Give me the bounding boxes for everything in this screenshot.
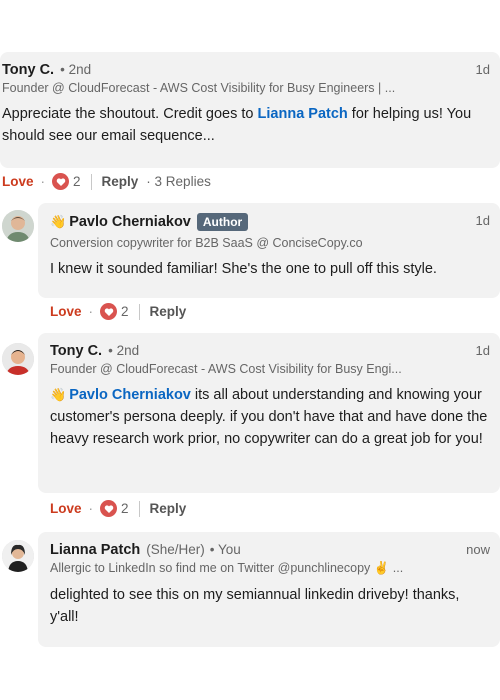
heart-icon: [100, 500, 118, 517]
avatar[interactable]: [2, 210, 34, 242]
comment-text: Appreciate the shoutout. Credit goes to …: [2, 106, 472, 144]
wave-emoji-icon: 👋: [50, 214, 67, 229]
love-reaction-button[interactable]: Love: [50, 304, 82, 319]
divider: [90, 173, 92, 190]
reaction-count[interactable]: 2: [73, 174, 81, 189]
comment-author[interactable]: Lianna Patch: [50, 542, 140, 558]
reply-button[interactable]: Reply: [150, 304, 187, 319]
you-label: • You: [209, 542, 241, 557]
reply-button[interactable]: Reply: [102, 174, 139, 189]
comment-time: 1d: [475, 213, 490, 228]
author-headline: Founder @ CloudForecast - AWS Cost Visib…: [2, 81, 396, 95]
comment-author[interactable]: Tony C.: [50, 343, 102, 359]
divider: [138, 500, 140, 517]
replies-count-link[interactable]: · 3 Replies: [146, 174, 211, 189]
author-headline: Founder @ CloudForecast - AWS Cost Visib…: [50, 362, 402, 376]
comment-actions: Love · 2 Reply · 3 Replies: [2, 173, 211, 190]
pronouns: (She/Her): [146, 542, 205, 557]
love-reaction-button[interactable]: Love: [50, 501, 82, 516]
mention-link[interactable]: Lianna Patch: [258, 106, 348, 122]
author-badge: Author: [196, 213, 249, 231]
comment-text: I knew it sounded familiar! She's the on…: [50, 261, 437, 277]
wave-emoji-icon: 👋: [50, 387, 67, 402]
comment-actions: Love · 2 Reply: [50, 303, 187, 320]
divider: [138, 303, 140, 320]
author-headline: Conversion copywriter for B2B SaaS @ Con…: [50, 236, 363, 250]
comment-time: 1d: [475, 62, 490, 77]
connection-degree: • 2nd: [108, 343, 140, 358]
comment-author[interactable]: Pavlo Cherniakov: [69, 214, 191, 230]
reply-card: Lianna Patch (She/Her) • You now Allergi…: [38, 532, 500, 647]
reply-card: 👋 Pavlo Cherniakov Author 1d Conversion …: [38, 203, 500, 298]
reaction-count[interactable]: 2: [121, 501, 129, 516]
comment-text: delighted to see this on my semiannual l…: [50, 587, 460, 625]
comment-card-top: Tony C. • 2nd 1d Founder @ CloudForecast…: [0, 52, 500, 168]
comment-actions: Love · 2 Reply: [50, 500, 187, 517]
love-reaction-button[interactable]: Love: [2, 174, 34, 189]
comment-text: 👋 Pavlo Cherniakov its all about understa…: [50, 384, 500, 450]
reply-card: Tony C. • 2nd 1d Founder @ CloudForecast…: [38, 333, 500, 493]
comment-time: now: [466, 542, 490, 557]
avatar[interactable]: [2, 540, 34, 572]
comment-time: 1d: [475, 343, 490, 358]
comment-author[interactable]: Tony C.: [2, 62, 54, 78]
mention-link[interactable]: Pavlo Cherniakov: [69, 387, 191, 403]
reaction-count[interactable]: 2: [121, 304, 129, 319]
heart-icon: [100, 303, 118, 320]
heart-icon: [52, 173, 70, 190]
connection-degree: • 2nd: [60, 62, 92, 77]
reply-button[interactable]: Reply: [150, 501, 187, 516]
author-headline: Allergic to LinkedIn so find me on Twitt…: [50, 561, 404, 575]
avatar[interactable]: [2, 343, 34, 375]
